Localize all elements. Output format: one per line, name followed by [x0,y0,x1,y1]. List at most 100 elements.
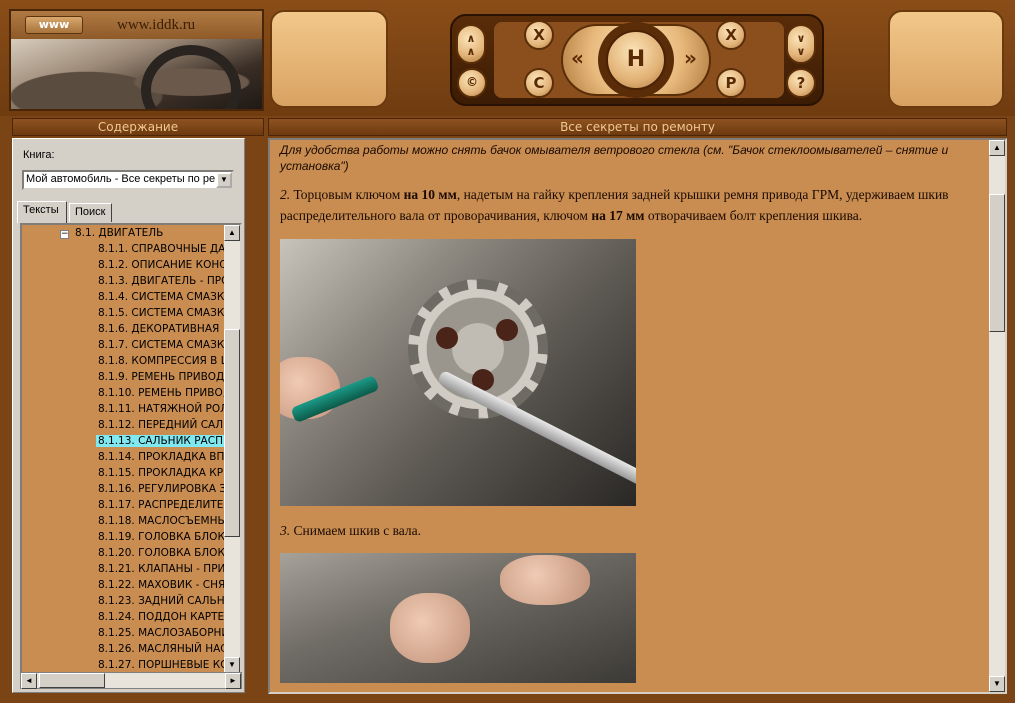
tree-item-label: 8.1.3. ДВИГАТЕЛЬ - ПРО [98,275,226,287]
tree-item-label: 8.1.27. ПОРШНЕВЫЕ КО [98,659,226,671]
tree-item-label: 8.1.26. МАСЛЯНЫЙ НАС [98,643,226,655]
tree-item[interactable]: 8.1.5. СИСТЕМА СМАЗК [22,305,226,321]
tree-item[interactable]: 8.1.2. ОПИСАНИЕ КОНС [22,257,226,273]
tree-item-label: 8.1.1. СПРАВОЧНЫЕ ДА [98,243,226,255]
tree-scroll-right-button[interactable]: ► [225,673,241,689]
article-scroll-down-button[interactable]: ▼ [989,676,1005,692]
tree-item-label: 8.1.11. НАТЯЖНОЙ РОЛ [98,403,226,415]
tree-item-label: 8.1.24. ПОДДОН КАРТЕ [98,611,225,623]
car-interior-image [11,39,262,109]
article-vertical-scrollbar[interactable]: ▲ ▼ [989,140,1005,692]
article-scroll-thumb[interactable] [989,194,1005,332]
tree-item-label: 8.1.4. СИСТЕМА СМАЗК [98,291,225,303]
tree-item-label: 8.1.23. ЗАДНИЙ САЛЬНИ [98,595,226,607]
tree-scroll-thumb[interactable] [224,329,240,537]
tree-scroll-left-button[interactable]: ◄ [21,673,37,689]
wrench-image [436,369,636,501]
tree-item[interactable]: 8.1.22. МАХОВИК - СНЯТ [22,577,226,593]
tree-item-label: 8.1.21. КЛАПАНЫ - ПРИ [98,563,226,575]
tree-item-label: 8.1.8. КОМПРЕССИЯ В Ц [98,355,226,367]
logo-banner: www www.iddk.ru [9,9,264,111]
prev-arrow-button[interactable]: « [571,46,584,70]
tree-item[interactable]: 8.1.9. РЕМЕНЬ ПРИВОД [22,369,226,385]
collapse-icon[interactable]: − [60,230,69,239]
chevron-down-icon[interactable]: ▼ [216,172,232,188]
tree-root-item[interactable]: −8.1. ДВИГАТЕЛЬ [22,225,226,241]
tab-search[interactable]: Поиск [69,203,112,222]
tree-item[interactable]: 8.1.23. ЗАДНИЙ САЛЬНИ [22,593,226,609]
tree-item[interactable]: 8.1.15. ПРОКЛАДКА КР [22,465,226,481]
copyright-button[interactable]: © [457,68,487,98]
contents-tree: −8.1. ДВИГАТЕЛЬ 8.1.1. СПРАВОЧНЫЕ ДА 8.1.… [20,223,242,675]
tree-item[interactable]: 8.1.7. СИСТЕМА СМАЗК [22,337,226,353]
article-scroll-up-button[interactable]: ▲ [989,140,1005,156]
home-button[interactable]: H [606,30,666,90]
tree-item[interactable]: 8.1.10. РЕМЕНЬ ПРИВО, [22,385,226,401]
tab-texts[interactable]: Тексты [17,201,67,223]
next-arrow-button[interactable]: » [684,46,697,70]
tree-item-label: 8.1.14. ПРОКЛАДКА ВП [98,451,225,463]
close-right-button[interactable]: X [716,20,746,50]
tree-item-label: 8.1.9. РЕМЕНЬ ПРИВОД [98,371,225,383]
www-button[interactable]: www [25,16,83,34]
tree-item-label: 8.1.17. РАСПРЕДЕЛИТЕ [98,499,224,511]
tree-item[interactable]: 8.1.20. ГОЛОВКА БЛОКА [22,545,226,561]
c-button[interactable]: C [524,68,554,98]
scroll-up-button[interactable]: ∧ ∧ [456,24,486,64]
book-select[interactable]: Мой автомобиль - Все секреты по ре ▼ [22,170,234,190]
step-3-paragraph: 3. Снимаем шкив с вала. [280,523,422,538]
close-left-button[interactable]: X [524,20,554,50]
help-button[interactable]: ? [786,68,816,98]
secrets-title: Все секреты по ремонту [268,118,1007,136]
tree-item-label: 8.1.22. МАХОВИК - СНЯТ [98,579,226,591]
tree-scroll-up-button[interactable]: ▲ [224,225,240,241]
book-select-value: Мой автомобиль - Все секреты по ре [26,173,216,185]
right-decor-panel [888,10,1004,108]
scroll-down-button[interactable]: ∨ ∨ [786,24,816,64]
tree-item[interactable]: 8.1.4. СИСТЕМА СМАЗК [22,289,226,305]
tree-item[interactable]: 8.1.1. СПРАВОЧНЫЕ ДА [22,241,226,257]
p-button[interactable]: P [716,68,746,98]
tree-list: −8.1. ДВИГАТЕЛЬ 8.1.1. СПРАВОЧНЫЕ ДА 8.1.… [22,225,226,673]
tree-root-label: 8.1. ДВИГАТЕЛЬ [75,227,164,239]
tree-item[interactable]: 8.1.14. ПРОКЛАДКА ВП [22,449,226,465]
tree-item[interactable]: 8.1.13. САЛЬНИК РАСПР [22,433,226,449]
contents-title: Содержание [12,118,264,136]
tree-item[interactable]: 8.1.8. КОМПРЕССИЯ В Ц [22,353,226,369]
tree-hscroll-thumb[interactable] [39,673,105,688]
tree-item[interactable]: 8.1.25. МАСЛОЗАБОРНИ [22,625,226,641]
tree-item[interactable]: 8.1.3. ДВИГАТЕЛЬ - ПРО [22,273,226,289]
tree-item[interactable]: 8.1.26. МАСЛЯНЫЙ НАС [22,641,226,657]
tree-item-label: 8.1.13. САЛЬНИК РАСПР [96,435,226,447]
home-button-ring: H [598,22,674,98]
contents-panel: Книга: Мой автомобиль - Все секреты по р… [12,138,245,693]
pulley-off-shaft-photo [280,553,636,683]
tree-item-label: 8.1.7. СИСТЕМА СМАЗК [98,339,225,351]
tree-item[interactable]: 8.1.11. НАТЯЖНОЙ РОЛ [22,401,226,417]
book-label: Книга: [23,149,55,161]
tree-item[interactable]: 8.1.17. РАСПРЕДЕЛИТЕ [22,497,226,513]
tree-item[interactable]: 8.1.16. РЕГУЛИРОВКА З [22,481,226,497]
site-url-text: www.iddk.ru [117,17,196,33]
tree-item-label: 8.1.10. РЕМЕНЬ ПРИВО, [98,387,226,399]
hand-image [390,593,470,663]
tree-vertical-scrollbar[interactable]: ▲ ▼ [224,225,240,673]
hand-image [500,555,590,605]
article-body: Для удобства работы можно снять бачок ом… [280,142,985,683]
left-decor-panel [270,10,388,108]
tree-item[interactable]: 8.1.19. ГОЛОВКА БЛОКА [22,529,226,545]
tree-item[interactable]: 8.1.6. ДЕКОРАТИВНАЯ [22,321,226,337]
tree-item-label: 8.1.2. ОПИСАНИЕ КОНС [98,259,226,271]
header-bar: www www.iddk.ru ∧ ∧ © X C « » H X P ∨ ∨ … [0,0,1015,116]
tree-scroll-down-button[interactable]: ▼ [224,657,240,673]
tree-item[interactable]: 8.1.21. КЛАПАНЫ - ПРИ [22,561,226,577]
tree-item-label: 8.1.5. СИСТЕМА СМАЗК [98,307,225,319]
tree-item-label: 8.1.6. ДЕКОРАТИВНАЯ [98,323,220,335]
tree-item[interactable]: 8.1.12. ПЕРЕДНИЙ САЛ [22,417,226,433]
tree-item[interactable]: 8.1.27. ПОРШНЕВЫЕ КО [22,657,226,673]
tree-horizontal-scrollbar[interactable]: ◄ ► [20,672,242,689]
tree-item-label: 8.1.16. РЕГУЛИРОВКА З [98,483,226,495]
tree-item[interactable]: 8.1.24. ПОДДОН КАРТЕ [22,609,226,625]
tree-item[interactable]: 8.1.18. МАСЛОСЪЕМНЫ [22,513,226,529]
tree-item-label: 8.1.25. МАСЛОЗАБОРНИ [98,627,226,639]
